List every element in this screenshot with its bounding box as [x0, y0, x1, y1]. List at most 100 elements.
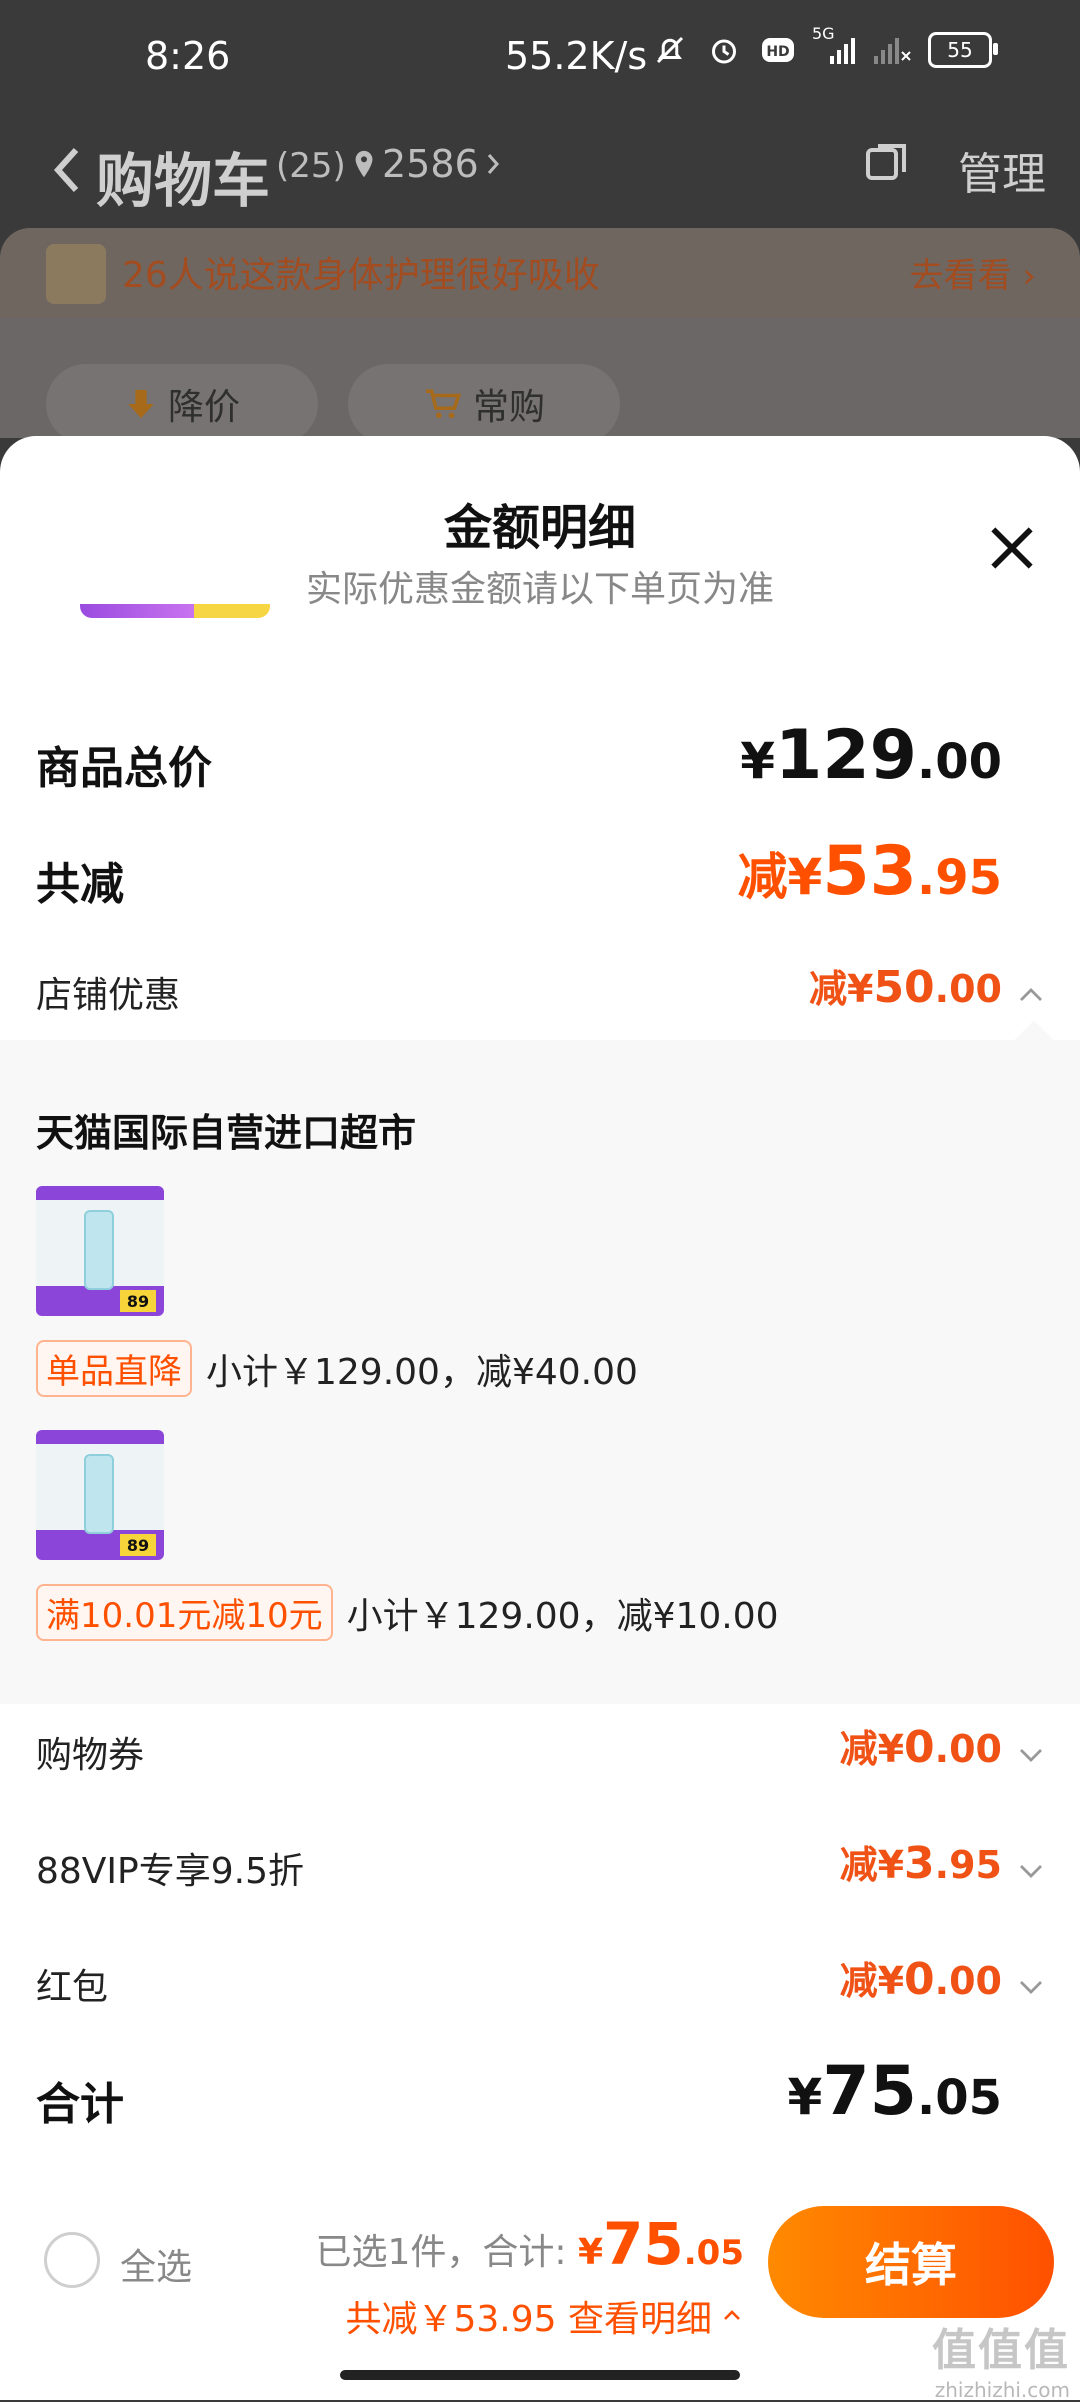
price-integer: 0	[904, 1722, 935, 1773]
bell-muted-icon	[650, 30, 690, 70]
banner-product-thumb	[46, 244, 106, 304]
product-price-badge: 89	[120, 1534, 156, 1556]
promo-tag: 单品直降	[36, 1340, 192, 1397]
chevron-up-icon	[724, 2310, 740, 2320]
svg-text:HD: HD	[766, 44, 789, 60]
banner-link-label: 去看看	[909, 256, 1012, 296]
chevron-right-icon	[487, 154, 499, 174]
recommend-banner[interactable]: 26人说这款身体护理很好吸收 去看看 ›	[0, 228, 1080, 318]
filter-chip-frequent[interactable]: 常购	[348, 364, 620, 444]
cart-count: (25)	[276, 146, 346, 186]
coupon-row[interactable]: 购物券 减¥0.00	[0, 1710, 1080, 1800]
total-price-row: 商品总价 ¥129.00	[0, 716, 1080, 816]
final-total-label: 合计	[36, 2079, 124, 2130]
alarm-icon	[704, 30, 744, 70]
banner-link[interactable]: 去看看 ›	[910, 248, 1036, 297]
total-price-label: 商品总价	[36, 743, 212, 794]
battery-icon: 55	[928, 32, 998, 68]
price-integer: 75	[822, 2052, 917, 2131]
switch-view-icon[interactable]	[862, 140, 910, 188]
store-discount-label: 店铺优惠	[36, 975, 181, 1016]
close-icon[interactable]	[984, 520, 1040, 576]
price-down-icon	[128, 389, 154, 419]
promo-line: 满10.01元减10元 小计￥129.00，减¥10.00	[36, 1584, 779, 1641]
total-price-value: ¥129.00	[740, 716, 1002, 795]
saving-text: 共减￥53.95 查看明细	[345, 2299, 712, 2340]
coupon-label: 购物券	[36, 1735, 145, 1776]
price-decimal: .95	[934, 1843, 1002, 1887]
product-thumbnail[interactable]: 89	[36, 1430, 164, 1560]
promo-tag: 满10.01元减10元	[36, 1584, 333, 1641]
select-all-checkbox[interactable]	[44, 2232, 100, 2288]
price-integer: 3	[904, 1838, 935, 1889]
checkout-bar: 全选 已选1件，合计: ¥75.05 共减￥53.95 查看明细 结算 值值值 …	[0, 2186, 1080, 2402]
vip-discount-label: 88VIP专享9.5折	[36, 1851, 305, 1892]
price-integer: 50	[873, 962, 935, 1013]
final-total-value: ¥75.05	[788, 2052, 1002, 2131]
sum-integer: 75	[603, 2210, 684, 2278]
reduction-prefix: 减¥	[839, 1843, 905, 1887]
store-discount-value: 减¥50.00	[809, 958, 1002, 1013]
banner-text: 26人说这款身体护理很好吸收	[122, 255, 600, 296]
cart-icon	[425, 389, 462, 419]
watermark-url: zhizhizhi.com	[934, 2378, 1070, 2402]
home-indicator[interactable]	[340, 2370, 740, 2380]
battery-level: 55	[947, 38, 973, 62]
price-decimal: .95	[916, 850, 1002, 906]
checkout-button[interactable]: 结算	[768, 2206, 1054, 2318]
red-packet-row[interactable]: 红包 减¥0.00	[0, 1942, 1080, 2032]
product-bottle-image	[84, 1210, 114, 1290]
manage-button[interactable]: 管理	[958, 138, 1046, 202]
sum-currency: ¥	[577, 2232, 604, 2273]
location-selector[interactable]: 2586	[352, 142, 501, 186]
filter-chip-label: 常购	[472, 387, 545, 428]
back-icon[interactable]	[48, 142, 88, 198]
status-time: 8:26	[145, 34, 231, 78]
reduction-prefix: 减¥	[839, 1727, 905, 1771]
vip-discount-row[interactable]: 88VIP专享9.5折 减¥3.95	[0, 1826, 1080, 1916]
price-integer: 0	[904, 1954, 935, 2005]
price-integer: 129	[775, 716, 917, 795]
filter-chip-price-down[interactable]: 降价	[46, 364, 318, 444]
reduction-prefix: 减¥	[737, 848, 823, 906]
nav-bar: 购物车 (25) 2586 管理	[0, 120, 1080, 220]
price-decimal: .05	[916, 2070, 1002, 2126]
store-discount-row[interactable]: 店铺优惠 减¥50.00	[0, 950, 1080, 1040]
view-detail-link[interactable]: 共减￥53.95 查看明细	[345, 2290, 744, 2342]
price-integer: 53	[822, 832, 917, 911]
promo-line: 单品直降 小计￥129.00，减¥40.00	[36, 1340, 638, 1397]
chevron-down-icon[interactable]	[1016, 1740, 1046, 1770]
signal-weak-icon	[870, 30, 914, 70]
filter-chip-label: 降价	[167, 387, 240, 428]
promo-detail: 小计￥129.00，减¥40.00	[206, 1351, 638, 1393]
reduction-prefix: 减¥	[808, 967, 874, 1011]
status-bar: 8:26 55.2K/s HD 5G 55	[0, 0, 1080, 120]
currency-symbol: ¥	[787, 2068, 823, 2126]
reduction-prefix: 减¥	[839, 1959, 905, 2003]
price-decimal: .00	[916, 734, 1002, 790]
chevron-down-icon[interactable]	[1016, 1856, 1046, 1886]
hd-icon: HD	[758, 30, 798, 70]
chevron-up-icon[interactable]	[1016, 980, 1046, 1010]
signal-5g-icon: 5G	[812, 24, 856, 70]
status-icons: HD 5G 55	[650, 24, 998, 70]
currency-symbol: ¥	[740, 732, 776, 790]
product-bottle-image	[84, 1454, 114, 1534]
product-price-badge: 89	[120, 1290, 156, 1312]
select-all-label[interactable]: 全选	[120, 2238, 192, 2290]
product-thumbnail[interactable]: 89	[36, 1186, 164, 1316]
network-label: 5G	[812, 24, 835, 43]
selected-summary-text: 已选1件，合计:	[315, 2232, 567, 2273]
amount-detail-sheet: 金额明细 实际优惠金额请以下单页为准 商品总价 ¥129.00 共减 减¥53.…	[0, 436, 1080, 2400]
watermark: 值值值 zhizhizhi.com	[932, 2314, 1070, 2402]
shop-name: 天猫国际自营进口超市	[36, 1111, 417, 1155]
red-packet-value: 减¥0.00	[840, 1950, 1002, 2005]
price-decimal: .00	[934, 1727, 1002, 1771]
page-title: 购物车	[96, 147, 271, 215]
sheet-title: 金额明细	[443, 500, 636, 556]
total-reduction-value: 减¥53.95	[738, 832, 1002, 911]
filter-bar: 降价 常购	[0, 318, 1080, 444]
total-reduction-label: 共减	[36, 859, 124, 910]
chevron-down-icon[interactable]	[1016, 1972, 1046, 2002]
price-decimal: .00	[934, 967, 1002, 1011]
